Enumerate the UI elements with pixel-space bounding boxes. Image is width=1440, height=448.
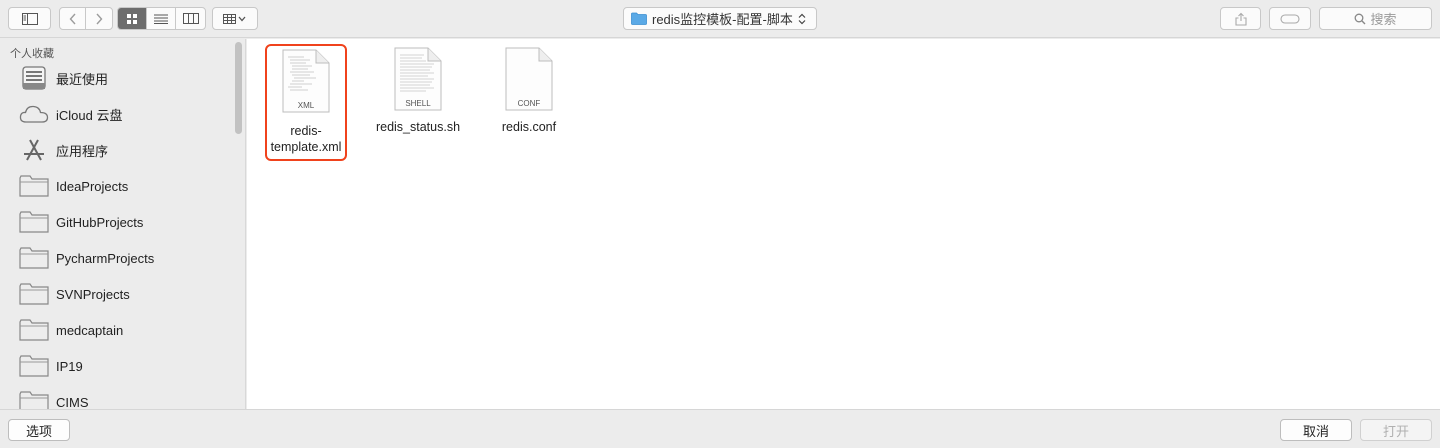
sidebar-item-cims[interactable]: CIMS bbox=[0, 384, 230, 409]
folder-icon bbox=[631, 12, 647, 25]
arrange-icon bbox=[223, 13, 246, 24]
tags-button[interactable] bbox=[1269, 7, 1311, 30]
sidebar-item-label: PycharmProjects bbox=[56, 250, 155, 266]
folder-icon bbox=[18, 173, 50, 199]
sidebar-item-ideaprojects[interactable]: IdeaProjects bbox=[0, 168, 230, 204]
sidebar-item-label: CIMS bbox=[56, 394, 89, 410]
open-button-label: 打开 bbox=[1382, 423, 1409, 439]
file-browser: XML redis- template.xml SHELL redis_stat… bbox=[247, 39, 1440, 409]
sidebar-item-pycharmprojects[interactable]: PycharmProjects bbox=[0, 240, 230, 276]
sidebar: 个人收藏 最近使用 iCloud 云盘 应用程序 IdeaProjects Gi… bbox=[0, 39, 246, 409]
forward-button[interactable] bbox=[86, 8, 112, 29]
file-extension-label: SHELL bbox=[405, 99, 431, 108]
sidebar-item-ip19[interactable]: IP19 bbox=[0, 348, 230, 384]
updown-chevron-icon bbox=[798, 13, 806, 24]
sidebar-item-label: GitHubProjects bbox=[56, 214, 144, 230]
cancel-button-label: 取消 bbox=[1302, 423, 1329, 439]
file-open-dialog: redis监控模板-配置-脚本 搜索 个人收藏 最近使用 iCloud 云盘 应… bbox=[0, 0, 1440, 448]
toolbar: redis监控模板-配置-脚本 搜索 bbox=[0, 0, 1440, 38]
bottom-bar: 选项 取消 打开 bbox=[0, 409, 1440, 448]
folder-icon bbox=[18, 353, 50, 379]
arrange-menu-button[interactable] bbox=[212, 7, 258, 30]
sidebar-item-svnprojects[interactable]: SVNProjects bbox=[0, 276, 230, 312]
sidebar-item-githubprojects[interactable]: GitHubProjects bbox=[0, 204, 230, 240]
chevron-left-icon bbox=[69, 13, 76, 24]
sidebar-item-label: 应用程序 bbox=[56, 143, 109, 159]
share-button[interactable] bbox=[1220, 7, 1261, 30]
back-button[interactable] bbox=[60, 8, 86, 29]
sidebar-item-label: iCloud 云盘 bbox=[56, 107, 123, 123]
column-view-button[interactable] bbox=[176, 8, 205, 29]
open-button[interactable]: 打开 bbox=[1360, 419, 1432, 441]
file-item-redis-template-xml[interactable]: XML redis- template.xml bbox=[265, 44, 347, 161]
icloud-icon bbox=[18, 101, 50, 127]
path-popup-button[interactable]: redis监控模板-配置-脚本 bbox=[623, 7, 817, 30]
sidebar-item-label: medcaptain bbox=[56, 322, 124, 338]
file-name: redis.conf bbox=[501, 120, 557, 134]
sidebar-header: 个人收藏 bbox=[10, 48, 54, 60]
view-mode-control bbox=[117, 7, 206, 30]
options-button-label: 选项 bbox=[25, 423, 52, 439]
sidebar-item-label: SVNProjects bbox=[56, 286, 130, 302]
path-label: redis监控模板-配置-脚本 bbox=[652, 12, 793, 27]
sidebar-item-icloud[interactable]: iCloud 云盘 bbox=[0, 96, 230, 132]
folder-icon bbox=[18, 281, 50, 307]
applications-icon bbox=[18, 137, 50, 163]
shell-file-icon: SHELL bbox=[394, 47, 442, 111]
sidebar-toggle-button[interactable] bbox=[8, 7, 51, 30]
chevron-right-icon bbox=[96, 13, 103, 24]
share-icon bbox=[1234, 12, 1247, 26]
sidebar-icon bbox=[21, 12, 38, 25]
list-icon bbox=[154, 14, 168, 24]
search-field[interactable]: 搜索 bbox=[1319, 7, 1432, 30]
list-view-button[interactable] bbox=[147, 8, 176, 29]
folder-icon bbox=[18, 317, 50, 343]
sidebar-item-recents[interactable]: 最近使用 bbox=[0, 60, 230, 96]
file-name: redis- template.xml bbox=[270, 124, 342, 154]
file-extension-label: CONF bbox=[517, 99, 541, 108]
tag-icon bbox=[1280, 13, 1300, 24]
sidebar-item-label: IdeaProjects bbox=[56, 178, 129, 194]
sidebar-item-label: 最近使用 bbox=[56, 71, 109, 87]
sidebar-item-label: IP19 bbox=[56, 358, 83, 374]
folder-icon bbox=[18, 209, 50, 235]
cancel-button[interactable]: 取消 bbox=[1280, 419, 1352, 441]
search-placeholder: 搜索 bbox=[1370, 12, 1397, 27]
file-extension-label: XML bbox=[297, 101, 315, 110]
options-button[interactable]: 选项 bbox=[8, 419, 70, 441]
sidebar-item-medcaptain[interactable]: medcaptain bbox=[0, 312, 230, 348]
recents-icon bbox=[18, 65, 50, 91]
file-item-redis-conf[interactable]: CONF redis.conf bbox=[487, 47, 571, 135]
xml-file-icon: XML bbox=[282, 49, 330, 113]
search-icon bbox=[1355, 13, 1366, 24]
grid-icon bbox=[127, 13, 137, 24]
file-name: redis_status.sh bbox=[375, 120, 461, 134]
back-forward-control bbox=[59, 7, 113, 30]
file-item-redis-status-sh[interactable]: SHELL redis_status.sh bbox=[373, 47, 463, 135]
folder-icon bbox=[18, 245, 50, 271]
sidebar-item-applications[interactable]: 应用程序 bbox=[0, 132, 230, 168]
folder-icon bbox=[18, 389, 50, 409]
sidebar-scrollbar[interactable] bbox=[235, 42, 242, 134]
conf-file-icon: CONF bbox=[505, 47, 553, 111]
columns-icon bbox=[182, 13, 199, 24]
icon-view-button[interactable] bbox=[118, 8, 147, 29]
